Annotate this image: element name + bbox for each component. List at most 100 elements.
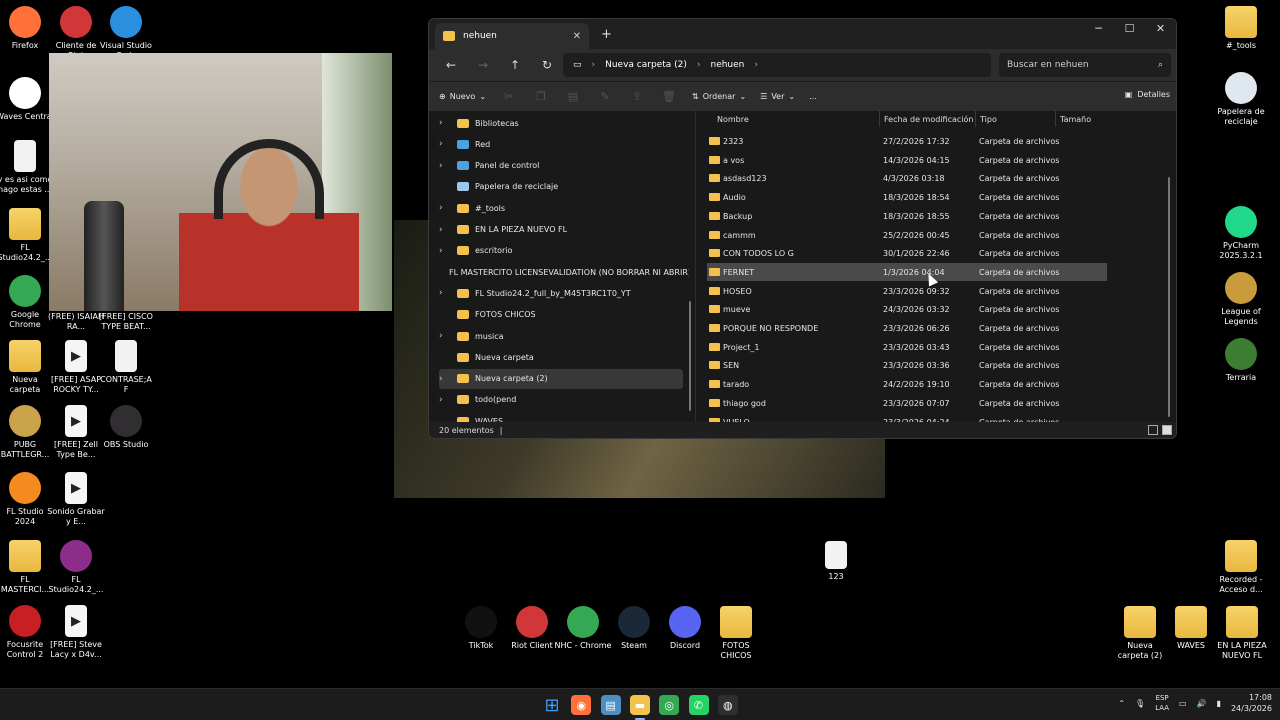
minimize-button[interactable]: ─ (1083, 19, 1114, 39)
desktop-shortcut[interactable]: PyCharm 2025.3.2.1 (1212, 206, 1270, 261)
file-row[interactable]: PORQUE NO RESPONDE 23/3/2026 06:26 Carpeta… (707, 319, 1107, 337)
column-size[interactable]: Tamaño (1055, 111, 1109, 127)
address-bar[interactable]: ▭ › Nueva carpeta (2) › nehuen › (563, 53, 991, 77)
desktop-shortcut[interactable]: ▶ [FREE] Steve Lacy x D4v... (47, 605, 105, 660)
network-icon[interactable]: ▭ (1179, 699, 1187, 708)
nav-scrollbar[interactable] (689, 301, 691, 411)
file-row[interactable]: FERNET 1/3/2026 04:04 Carpeta de archivos (707, 262, 1107, 281)
desktop-shortcut[interactable]: OBS Studio (97, 405, 155, 450)
column-type[interactable]: Tipo (975, 111, 1053, 127)
desktop-shortcut[interactable]: Google Chrome (0, 275, 54, 330)
file-row[interactable]: a vos 14/3/2026 04:15 Carpeta de archivos (707, 151, 1107, 169)
chevron-up-icon[interactable]: ⌃ (1118, 699, 1125, 708)
details-view-icon[interactable] (1148, 425, 1158, 435)
chevron-right-icon[interactable]: › (439, 139, 453, 149)
desktop-shortcut[interactable]: Discord (656, 606, 714, 651)
title-bar[interactable]: nehuen ✕ + ─ ☐ ✕ (429, 19, 1176, 49)
file-row[interactable]: thiago god 23/3/2026 07:07 Carpeta de arch… (707, 394, 1107, 412)
nav-item[interactable]: Papelera de reciclaje (439, 177, 683, 197)
desktop-shortcut[interactable]: Recorded - Acceso d... (1212, 540, 1270, 595)
nav-item[interactable]: › Bibliotecas (439, 113, 683, 133)
chevron-right-icon[interactable]: › (439, 161, 453, 171)
more-options-button[interactable]: ... (809, 92, 817, 101)
desktop-shortcut[interactable]: FL Studio 2024 (0, 472, 54, 527)
nav-item[interactable]: › escritorio (439, 241, 683, 261)
desktop-shortcut[interactable]: Firefox (0, 6, 54, 51)
desktop-shortcut[interactable]: FL Studio24.2_... (47, 540, 105, 595)
tab-nehuen[interactable]: nehuen ✕ (435, 23, 589, 49)
clock[interactable]: 17:08 24/3/2026 (1231, 692, 1272, 714)
maximize-button[interactable]: ☐ (1114, 19, 1145, 39)
desktop-shortcut[interactable]: y es asi como hago estas ... (0, 140, 54, 195)
nav-item[interactable]: FOTOS CHICOS (439, 305, 683, 325)
file-row[interactable]: 2323 27/2/2026 17:32 Carpeta de archivos (707, 132, 1107, 150)
file-row[interactable]: cammm 25/2/2026 00:45 Carpeta de archivos (707, 226, 1107, 244)
file-scrollbar[interactable] (1168, 177, 1170, 417)
chrome-icon[interactable]: ◎ (659, 695, 680, 715)
chevron-right-icon[interactable]: › (439, 225, 453, 235)
breadcrumb-nueva-carpeta-2[interactable]: Nueva carpeta (2) (605, 60, 687, 70)
file-row[interactable]: SEN 23/3/2026 03:36 Carpeta de archivos (707, 356, 1107, 374)
language-indicator[interactable]: ESP LAA (1155, 693, 1169, 713)
microphone-icon[interactable]: 🎙 (1135, 699, 1145, 708)
nav-item[interactable]: › EN LA PIEZA NUEVO FL (439, 220, 683, 240)
forward-arrow-icon[interactable]: → (467, 58, 499, 72)
delete-icon[interactable]: 🗑 (660, 90, 678, 103)
desktop-shortcut[interactable]: Focusrite Control 2 (0, 605, 54, 660)
file-row[interactable]: asdasd123 4/3/2026 03:18 Carpeta de archiv… (707, 169, 1107, 187)
desktop-shortcut[interactable]: FL MASTERCI... (0, 540, 54, 595)
search-input[interactable]: Buscar en nehuen ⌕ (999, 53, 1171, 77)
desktop-shortcut[interactable]: FOTOS CHICOS (707, 606, 765, 661)
chevron-right-icon[interactable]: › (439, 331, 453, 341)
chevron-right-icon[interactable]: › (439, 374, 453, 384)
nav-item[interactable]: › todo(pend (439, 390, 683, 410)
up-arrow-icon[interactable]: ↑ (499, 58, 531, 72)
refresh-icon[interactable]: ↻ (531, 58, 563, 72)
windows-start-icon[interactable]: ⊞ (542, 695, 562, 716)
nav-item[interactable]: › #_tools (439, 198, 683, 218)
desktop-file-123[interactable]: 123 (807, 541, 865, 582)
desktop-shortcut[interactable]: Steam (605, 606, 663, 651)
desktop-shortcut[interactable]: FL Studio24.2_... (0, 208, 54, 263)
nav-item[interactable]: › Nueva carpeta (2) (439, 368, 683, 389)
desktop-shortcut[interactable]: Terraria (1212, 338, 1270, 383)
chevron-right-icon[interactable]: › (439, 246, 453, 256)
nav-item[interactable]: FL MASTERCITO LICENSEVALIDATION (NO BORR… (439, 262, 689, 282)
close-window-button[interactable]: ✕ (1145, 19, 1176, 39)
nav-item[interactable]: › musica (439, 326, 683, 346)
tiles-view-icon[interactable] (1162, 425, 1172, 435)
desktop-shortcut[interactable]: Nueva carpeta (0, 340, 54, 395)
back-arrow-icon[interactable]: ← (435, 58, 467, 72)
file-row[interactable]: HOSEO 23/3/2026 09:32 Carpeta de archivos (707, 282, 1107, 300)
firefox-icon[interactable]: ◉ (571, 695, 592, 715)
desktop-shortcut[interactable]: PUBG BATTLEGR... (0, 405, 54, 460)
desktop-shortcut[interactable]: ▶ Sonido Grabar y E... (47, 472, 105, 527)
sort-button[interactable]: ⇅ Ordenar ⌄ (692, 92, 746, 101)
file-row[interactable]: Backup 18/3/2026 18:55 Carpeta de archivos (707, 207, 1107, 225)
desktop-shortcut[interactable]: WAVES (1162, 606, 1220, 651)
chevron-right-icon[interactable]: › (439, 118, 453, 128)
battery-icon[interactable]: ▮ (1217, 699, 1221, 708)
new-button[interactable]: ⊕ Nuevo ⌄ (439, 92, 486, 101)
view-button[interactable]: ☰ Ver ⌄ (760, 92, 795, 101)
desktop-shortcut[interactable]: Waves Central (0, 77, 54, 122)
screen-icon[interactable]: ▤ (600, 695, 621, 715)
desktop-shortcut[interactable]: Riot Client (503, 606, 561, 651)
whatsapp-icon[interactable]: ✆ (688, 695, 709, 715)
desktop-shortcut[interactable]: CONTRASE;A F (97, 340, 155, 395)
nav-item[interactable]: › Red (439, 134, 683, 154)
copy-icon[interactable]: ❐ (532, 90, 550, 103)
file-list[interactable]: Nombre Fecha de modificación Tipo Tamaño… (707, 111, 1173, 427)
obs-icon[interactable]: ◍ (717, 695, 738, 715)
file-explorer-icon[interactable]: ▬ (629, 695, 650, 720)
chevron-right-icon[interactable]: › (439, 288, 453, 298)
column-modified[interactable]: Fecha de modificación (879, 111, 975, 127)
nav-item[interactable]: › FL Studio24.2_full_by_M45T3RC1T0_YT (439, 283, 683, 303)
new-tab-button[interactable]: + (601, 27, 612, 42)
paste-icon[interactable]: ▤ (564, 90, 582, 103)
rename-icon[interactable]: ✎ (596, 90, 614, 103)
chevron-right-icon[interactable]: › (439, 203, 453, 213)
file-row[interactable]: Project_1 23/3/2026 03:43 Carpeta de archi… (707, 338, 1107, 356)
nav-item[interactable]: Nueva carpeta (439, 347, 683, 367)
close-tab-icon[interactable]: ✕ (573, 31, 581, 42)
